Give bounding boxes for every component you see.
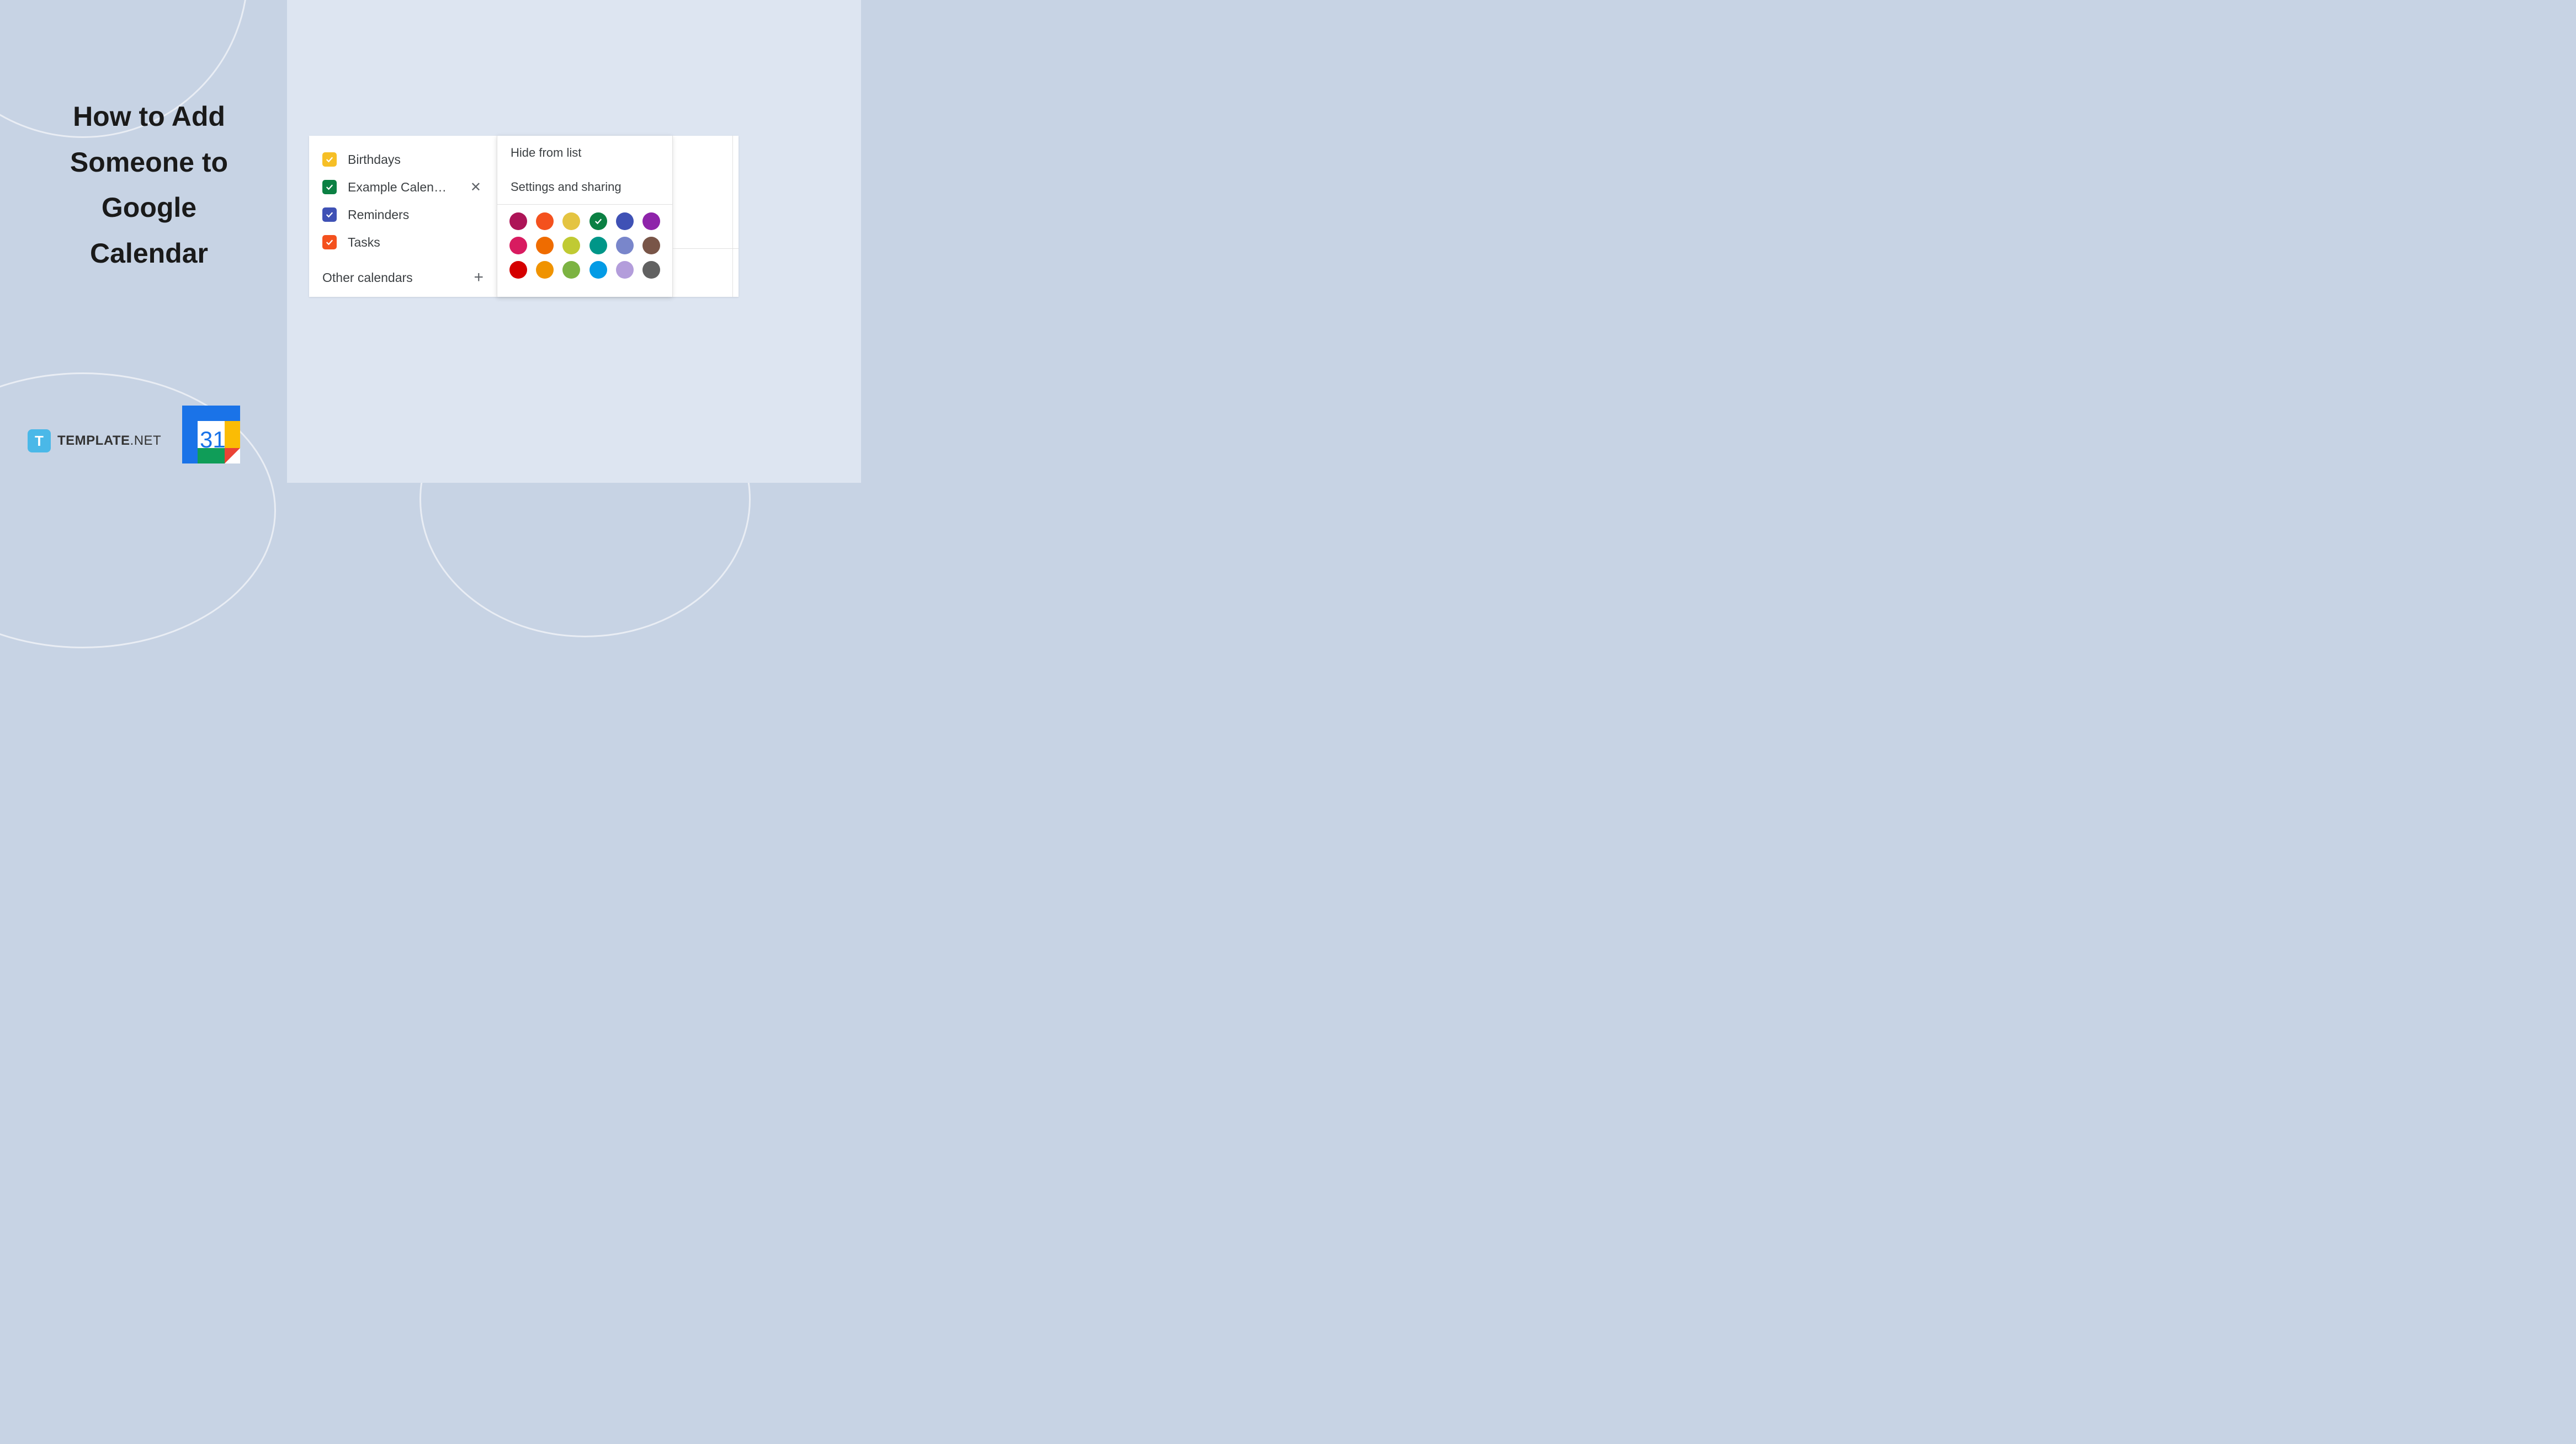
color-swatch[interactable] [589, 212, 607, 230]
brand-text: TEMPLATE.NET [57, 433, 161, 449]
menu-item-hide[interactable]: Hide from list [497, 136, 672, 170]
calendar-settings-popup: Birthdays Example Calen… ✕ Reminders Tas… [309, 136, 739, 297]
google-calendar-icon: 31 [182, 406, 240, 463]
color-swatch[interactable] [562, 212, 580, 230]
checkbox-icon[interactable] [322, 152, 337, 167]
color-swatch[interactable] [616, 261, 634, 279]
brand-logo: T TEMPLATE.NET [28, 429, 161, 452]
calendar-label: Tasks [348, 235, 484, 250]
calendar-item-birthdays[interactable]: Birthdays [322, 146, 484, 173]
calendar-label: Reminders [348, 207, 484, 222]
color-swatch[interactable] [536, 212, 554, 230]
checkbox-icon[interactable] [322, 235, 337, 249]
brand-name: TEMPLATE [57, 433, 130, 448]
other-calendars-label: Other calendars [322, 270, 413, 285]
context-menu: Hide from list Settings and sharing [497, 136, 672, 297]
checkbox-icon[interactable] [322, 207, 337, 222]
color-swatch[interactable] [642, 212, 660, 230]
checkbox-icon[interactable] [322, 180, 337, 194]
color-swatch[interactable] [589, 237, 607, 254]
color-swatch[interactable] [642, 237, 660, 254]
calendar-grid-edge [672, 136, 739, 297]
plus-icon[interactable]: + [474, 268, 484, 287]
color-picker-grid [497, 204, 672, 289]
color-swatch[interactable] [616, 212, 634, 230]
color-swatch[interactable] [509, 237, 527, 254]
brand-icon: T [28, 429, 51, 452]
color-swatch[interactable] [642, 261, 660, 279]
color-swatch[interactable] [536, 261, 554, 279]
calendar-item-reminders[interactable]: Reminders [322, 201, 484, 228]
other-calendars-row[interactable]: Other calendars + [322, 266, 484, 287]
color-swatch[interactable] [562, 237, 580, 254]
calendar-item-example[interactable]: Example Calen… ✕ [322, 173, 484, 201]
color-swatch[interactable] [562, 261, 580, 279]
calendar-label: Birthdays [348, 152, 484, 167]
calendar-list: Birthdays Example Calen… ✕ Reminders Tas… [309, 136, 497, 297]
color-swatch[interactable] [509, 261, 527, 279]
calendar-item-tasks[interactable]: Tasks [322, 228, 484, 256]
brand-suffix: .NET [130, 433, 162, 448]
close-icon[interactable]: ✕ [468, 179, 484, 195]
menu-item-settings[interactable]: Settings and sharing [497, 170, 672, 204]
page-title: How to Add Someone to Google Calendar [44, 94, 254, 276]
color-swatch[interactable] [536, 237, 554, 254]
calendar-date-number: 31 [200, 427, 226, 453]
calendar-label: Example Calen… [348, 180, 457, 195]
color-swatch[interactable] [616, 237, 634, 254]
color-swatch[interactable] [589, 261, 607, 279]
color-swatch[interactable] [509, 212, 527, 230]
